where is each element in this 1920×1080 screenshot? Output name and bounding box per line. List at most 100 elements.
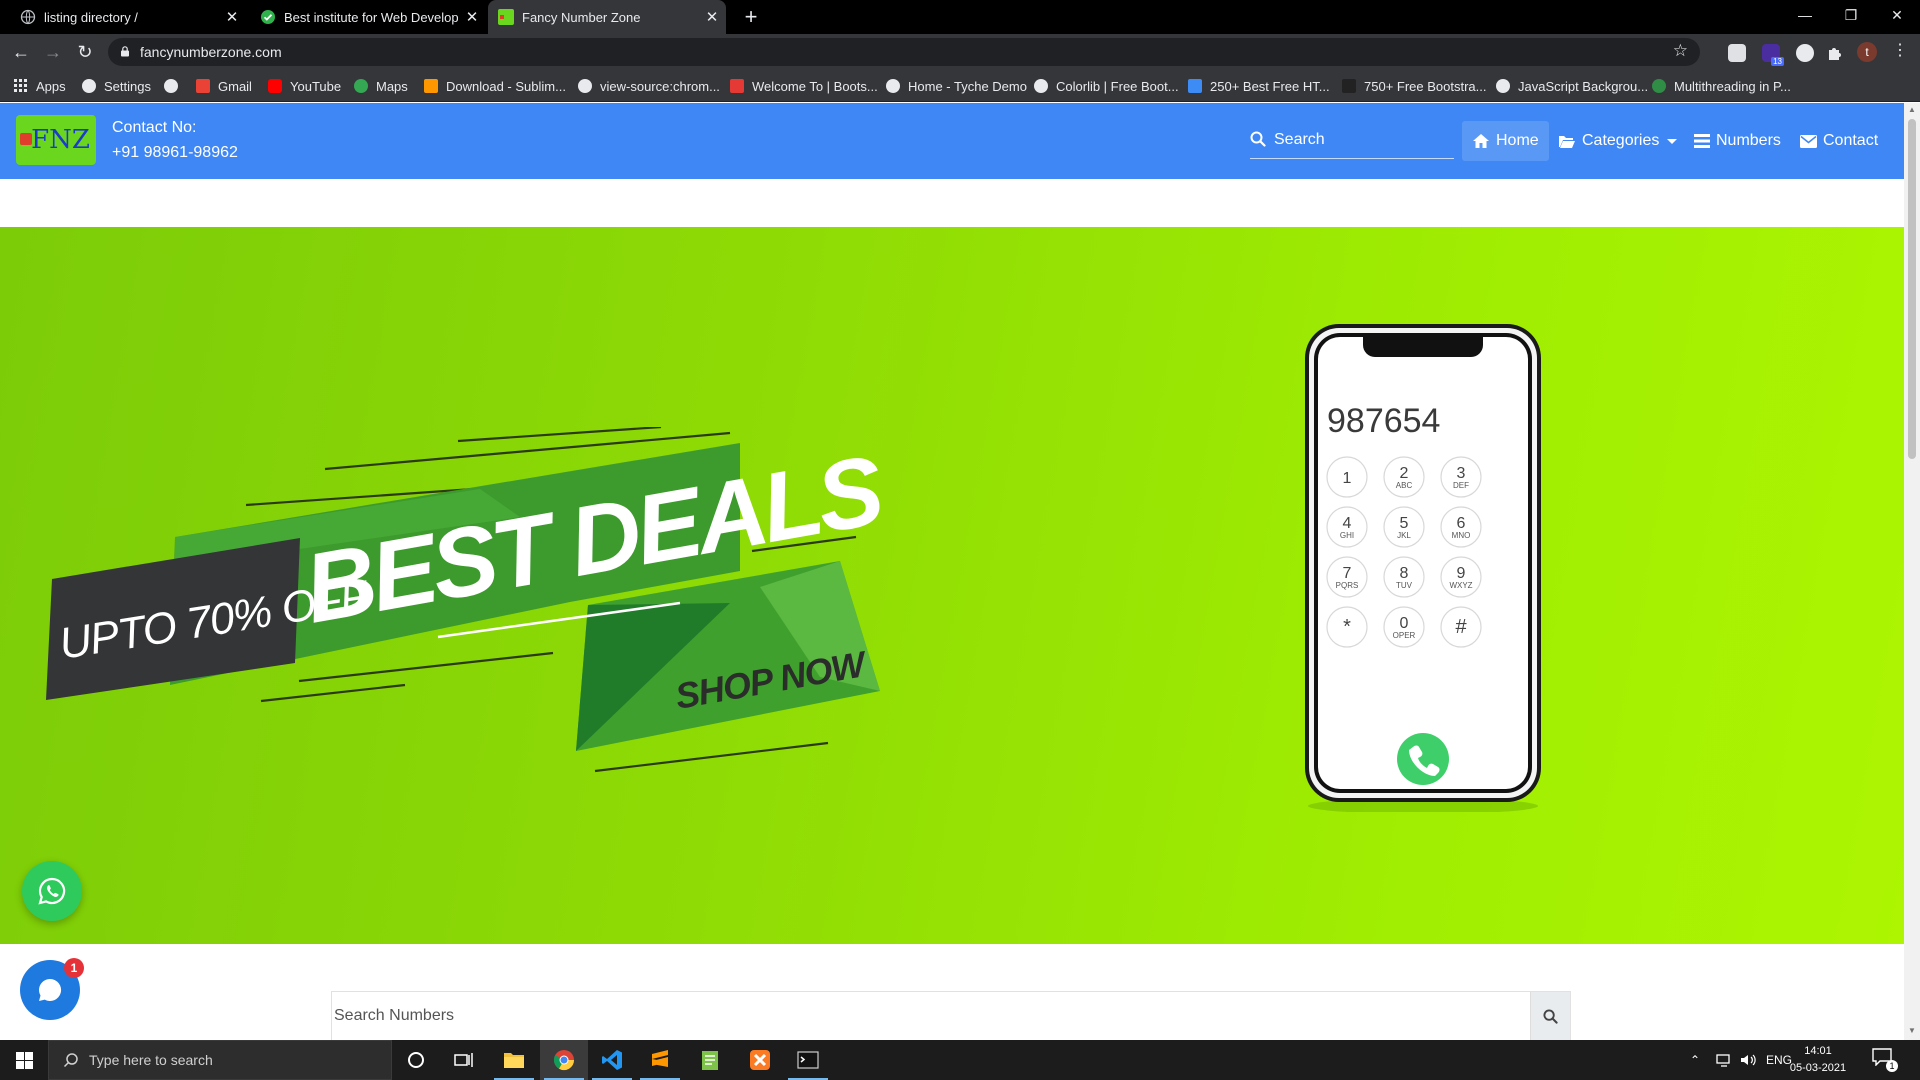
bookmark-colorlib[interactable]: Colorlib | Free Boot... xyxy=(1034,70,1179,102)
extension-badge-icon[interactable]: 13 xyxy=(1762,44,1784,66)
keypad-digit: 8 xyxy=(1400,565,1409,582)
list-icon xyxy=(1694,134,1710,148)
restore-button[interactable]: ❐ xyxy=(1828,0,1874,34)
bookmark-750-free[interactable]: 750+ Free Bootstra... xyxy=(1342,70,1486,102)
globe-icon xyxy=(1496,79,1510,93)
bookmark-tyche[interactable]: Home - Tyche Demo xyxy=(886,70,1027,102)
search-icon[interactable] xyxy=(1250,131,1266,147)
task-view-icon xyxy=(454,1053,473,1067)
tab-best-institute[interactable]: Best institute for Web Developm ✕ xyxy=(248,0,486,34)
bookmark-gmail[interactable]: Gmail xyxy=(196,70,252,102)
task-view-button[interactable] xyxy=(440,1040,488,1080)
keypad-key: # xyxy=(1440,606,1482,648)
number-search-button[interactable] xyxy=(1530,992,1570,1040)
minimize-button[interactable]: — xyxy=(1782,0,1828,34)
puzzle-icon[interactable] xyxy=(1826,44,1844,62)
scroll-down-icon[interactable]: ▼ xyxy=(1908,1026,1916,1035)
bookmark-250-free[interactable]: 250+ Best Free HT... xyxy=(1188,70,1330,102)
bookmark-youtube[interactable]: YouTube xyxy=(268,70,341,102)
bookmark-google[interactable] xyxy=(164,70,186,102)
bookmark-label: Settings xyxy=(104,78,151,94)
number-search-bar xyxy=(331,991,1571,1041)
vscode-app[interactable] xyxy=(588,1040,636,1080)
bookmark-label: YouTube xyxy=(290,78,342,94)
clock-date: 05-03-2021 xyxy=(1789,1062,1847,1074)
keypad-key: 6MNO xyxy=(1440,506,1482,548)
keypad-letters: ABC xyxy=(1396,481,1413,490)
notification-count: 1 xyxy=(1886,1060,1898,1072)
nav-categories[interactable]: Categories xyxy=(1548,121,1689,161)
bootstrap-icon xyxy=(730,79,744,93)
phone-notch xyxy=(1363,337,1483,357)
contact-label: Contact No: xyxy=(112,119,197,136)
bookmark-label: 750+ Free Bootstra... xyxy=(1364,78,1487,94)
tab-listing-directory[interactable]: listing directory / ✕ xyxy=(0,0,246,34)
bookmark-maps[interactable]: Maps xyxy=(354,70,408,102)
network-icon[interactable] xyxy=(1716,1053,1734,1067)
tab-title: listing directory / xyxy=(44,9,138,25)
file-explorer-app[interactable] xyxy=(490,1040,538,1080)
bookmark-sublime[interactable]: Download - Sublim... xyxy=(424,70,566,102)
page-scrollbar[interactable]: ▲ ▼ xyxy=(1904,103,1920,1040)
taskbar-search-box[interactable]: Type here to search xyxy=(48,1040,392,1080)
close-window-button[interactable]: ✕ xyxy=(1874,0,1920,34)
nav-home[interactable]: Home xyxy=(1462,121,1549,161)
notifications-button[interactable]: 1 xyxy=(1872,1048,1898,1072)
home-icon xyxy=(1473,134,1489,148)
volume-icon[interactable] xyxy=(1740,1053,1758,1067)
xampp-app[interactable] xyxy=(736,1040,784,1080)
new-tab-button[interactable]: + xyxy=(738,4,764,30)
scroll-up-icon[interactable]: ▲ xyxy=(1908,105,1916,114)
whatsapp-button[interactable] xyxy=(22,861,82,921)
profile-avatar[interactable]: t xyxy=(1857,42,1877,62)
bookmark-label: Download - Sublim... xyxy=(446,78,566,94)
windows-logo-icon xyxy=(15,1051,33,1069)
bookmark-settings[interactable]: Settings xyxy=(82,70,151,102)
chat-widget-button[interactable]: 1 xyxy=(20,958,84,1020)
chrome-app[interactable] xyxy=(540,1040,588,1080)
site-logo[interactable]: FNZ xyxy=(16,115,96,165)
start-button[interactable] xyxy=(0,1040,48,1080)
cortana-icon xyxy=(408,1052,424,1068)
nav-numbers-label: Numbers xyxy=(1716,132,1781,149)
logo-mark xyxy=(20,133,32,145)
bookmark-apps[interactable]: Apps xyxy=(14,70,66,102)
tab-fancy-number-zone[interactable]: Fancy Number Zone ✕ xyxy=(488,0,726,34)
geeks-icon xyxy=(1652,79,1666,93)
terminal-app[interactable] xyxy=(784,1040,832,1080)
bookmark-label: Multithreading in P... xyxy=(1674,78,1791,94)
scrollbar-thumb[interactable] xyxy=(1908,119,1916,459)
back-button[interactable]: ← xyxy=(8,39,34,65)
keypad-digit: 0 xyxy=(1400,615,1409,632)
bookmark-label: view-source:chrom... xyxy=(600,78,720,94)
bookmark-view-source[interactable]: view-source:chrom... xyxy=(578,70,720,102)
nav-contact[interactable]: Contact xyxy=(1790,121,1888,161)
phone-illustration: 987654 1 2ABC3DEF4GHI5JKL6MNO7PQRS8TUV9WX… xyxy=(1305,324,1541,812)
site-search-input[interactable] xyxy=(1274,128,1450,152)
best-deals-banner[interactable]: UPTO 70% OFF BEST DEALS SHOP NOW xyxy=(40,427,880,787)
notepad-app[interactable] xyxy=(686,1040,734,1080)
tray-chevron-icon[interactable]: ⌃ xyxy=(1690,1040,1700,1080)
forward-button[interactable]: → xyxy=(40,39,66,65)
bookmark-bootstrap[interactable]: Welcome To | Boots... xyxy=(730,70,878,102)
nav-numbers[interactable]: Numbers xyxy=(1684,121,1791,161)
taskbar-clock[interactable]: 14:01 05-03-2021 xyxy=(1786,1043,1850,1077)
sublime-icon xyxy=(652,1050,668,1067)
tab-close-icon[interactable]: ✕ xyxy=(458,8,486,26)
tab-close-icon[interactable]: ✕ xyxy=(218,8,246,26)
cortana-button[interactable] xyxy=(392,1040,440,1080)
keypad-key: 2ABC xyxy=(1383,456,1425,498)
bookmark-javascript[interactable]: JavaScript Backgrou... xyxy=(1496,70,1648,102)
address-bar[interactable]: fancynumberzone.com ☆ xyxy=(108,38,1700,66)
menu-kebab-icon[interactable]: ⋮ xyxy=(1892,40,1908,60)
extension-icon[interactable] xyxy=(1796,44,1814,62)
youtube-icon xyxy=(268,79,282,93)
number-search-input[interactable] xyxy=(332,992,1522,1040)
bookmark-star-icon[interactable]: ☆ xyxy=(1673,41,1688,61)
bookmark-multithreading[interactable]: Multithreading in P... xyxy=(1652,70,1791,102)
sublime-app[interactable] xyxy=(636,1040,684,1080)
reload-button[interactable]: ↻ xyxy=(72,39,98,65)
tab-close-icon[interactable]: ✕ xyxy=(698,8,726,26)
lock-icon xyxy=(121,46,129,57)
extension-icon[interactable] xyxy=(1728,44,1746,62)
